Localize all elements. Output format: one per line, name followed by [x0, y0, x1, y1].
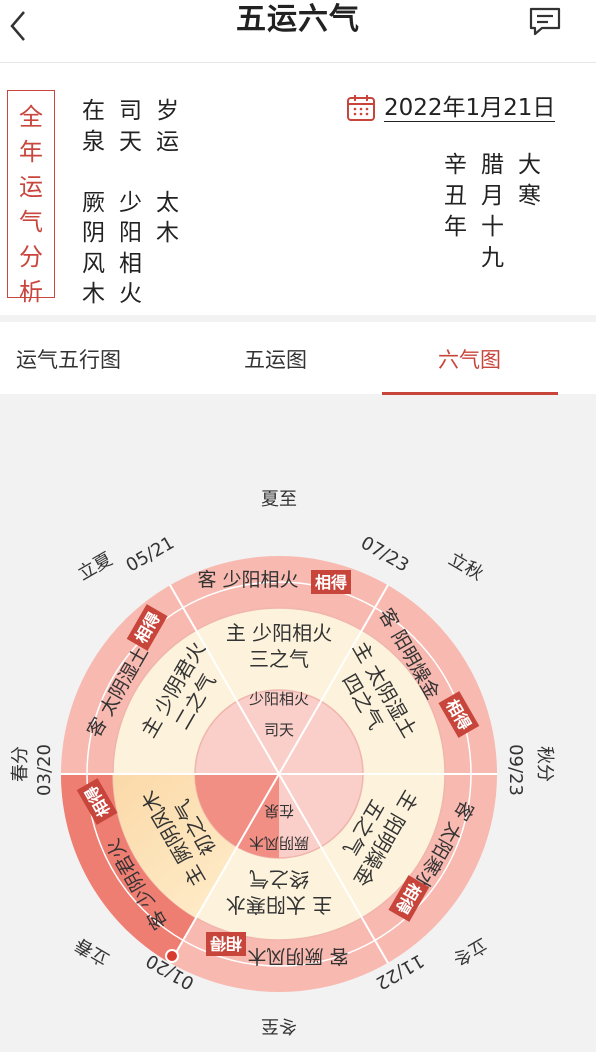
tab-wuxing-chart[interactable]: 运气五行图 — [16, 344, 121, 374]
tab-liuqi-chart[interactable]: 六气图 — [438, 344, 501, 374]
message-icon[interactable] — [528, 6, 562, 36]
term-spring: 春分 — [10, 746, 31, 782]
term-winter: 冬至 — [261, 1015, 297, 1036]
badge-xiangde-6: 相得 — [206, 932, 246, 956]
top-bar: 五运六气 — [0, 0, 596, 63]
center-zaiquan: 在泉 — [264, 802, 294, 820]
date-0521: 05/21 — [123, 532, 178, 576]
current-date-marker — [165, 949, 179, 963]
svg-text:相得: 相得 — [210, 934, 242, 953]
page-title: 五运六气 — [236, 2, 360, 37]
date-0320: 03/20 — [34, 744, 55, 796]
term-summer: 夏至 — [261, 489, 297, 510]
center-jueyin: 厥阴风木 — [249, 834, 309, 852]
annual-analysis-stamp[interactable]: 全 年 运 气 分 析 — [7, 90, 55, 306]
host-label-6a: 主 太阳寒水 — [226, 893, 332, 917]
guest-label-3: 客 少阳相火 — [197, 569, 298, 591]
term-lichun: 立春 — [71, 933, 113, 969]
term-autumn: 秋分 — [534, 746, 555, 782]
center-shaoyang: 少阳相火 — [249, 690, 309, 708]
svg-text:相得: 相得 — [315, 573, 347, 592]
host-label-3a: 主 少阳相火 — [226, 621, 332, 645]
term-liqiu: 立秋 — [445, 549, 487, 585]
center-sitian: 司天 — [264, 721, 294, 739]
term-lixia: 立夏 — [74, 549, 116, 585]
active-tab-indicator — [382, 392, 558, 395]
host-label-6b: 终之气 — [249, 867, 309, 891]
host-label-3b: 三之气 — [249, 647, 309, 671]
chart-tabs: 运气五行图 五运图 六气图 — [0, 322, 596, 394]
calendar-icon — [347, 95, 375, 121]
term-lidong: 立冬 — [449, 933, 491, 969]
guest-label-6: 客 厥阴风木 — [247, 945, 348, 967]
liuqi-wheel: 夏至 冬至 立夏 立秋 春分 秋分 立春 立冬 05/21 07/23 03/2… — [10, 489, 555, 1036]
date-picker[interactable]: 2022年1月21日 — [346, 93, 556, 123]
annual-info-panel: 全 年 运 气 分 析 在司岁 泉天运 厥少太 阴阳木 风相 木火 2022年1… — [0, 63, 596, 315]
tab-wuyun-chart[interactable]: 五运图 — [244, 344, 307, 374]
badge-xiangde-3: 相得 — [311, 570, 351, 594]
date-0923: 09/23 — [505, 744, 526, 796]
date-0723: 07/23 — [357, 532, 412, 576]
solar-date[interactable]: 2022年1月21日 — [384, 95, 556, 122]
annual-qi-grid: 在司岁 泉天运 厥少太 阴阳木 风相 木火 — [82, 98, 179, 307]
lunar-date-grid: 辛腊大 丑月寒 年十 九 — [444, 152, 541, 271]
